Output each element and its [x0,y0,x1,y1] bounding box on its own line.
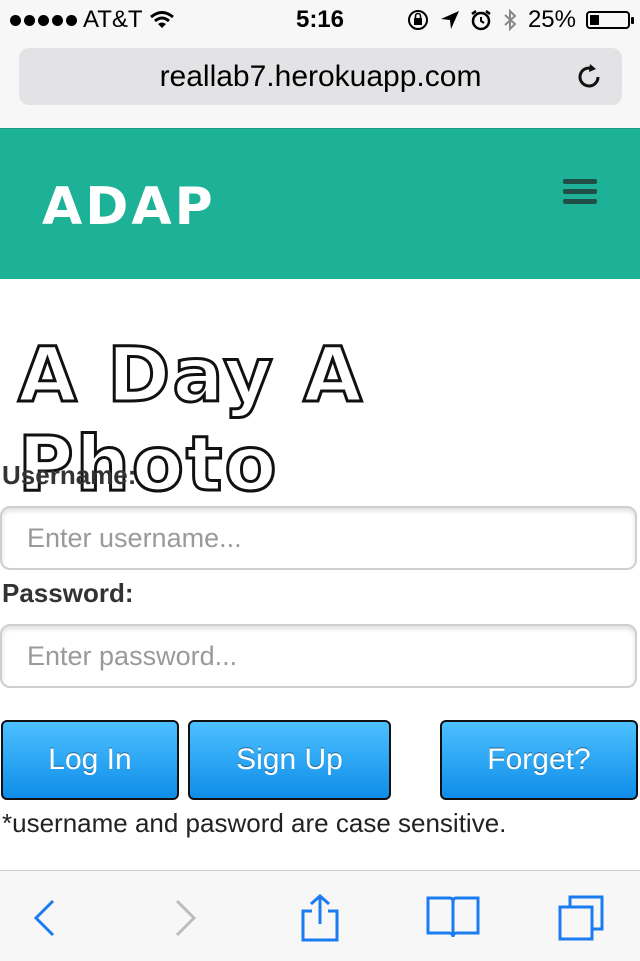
hamburger-icon[interactable] [563,179,597,205]
address-bar[interactable]: reallab7.herokuapp.com [19,48,622,105]
status-bar: AT&T 5:16 25% [0,0,640,40]
signup-button[interactable]: Sign Up [188,720,391,800]
bookmarks-icon[interactable] [425,893,481,943]
app-header: ADAP [0,128,640,279]
login-button[interactable]: Log In [1,720,179,800]
brand-logo[interactable]: ADAP [42,177,216,237]
status-right: 25% [406,6,634,34]
password-label: Password: [2,578,134,608]
tabs-icon[interactable] [556,893,606,943]
case-sensitive-note: *username and pasword are case sensitive… [2,808,507,838]
url-text: reallab7.herokuapp.com [159,59,482,93]
forget-button[interactable]: Forget? [440,720,638,800]
back-chevron-icon[interactable] [20,893,70,943]
bluetooth-icon [504,8,517,32]
battery-percent: 25% [527,6,576,33]
username-label: Username: [2,460,137,490]
reload-icon[interactable] [574,62,604,92]
browser-toolbar [0,870,640,961]
location-icon [440,11,459,29]
battery-icon [586,11,634,29]
share-icon[interactable] [295,893,345,943]
browser-top-bar: reallab7.herokuapp.com [0,40,640,128]
password-input[interactable] [0,624,637,688]
username-input[interactable] [0,506,637,570]
orientation-lock-icon [407,10,428,30]
alarm-icon [471,10,491,31]
forward-chevron-icon[interactable] [160,893,210,943]
